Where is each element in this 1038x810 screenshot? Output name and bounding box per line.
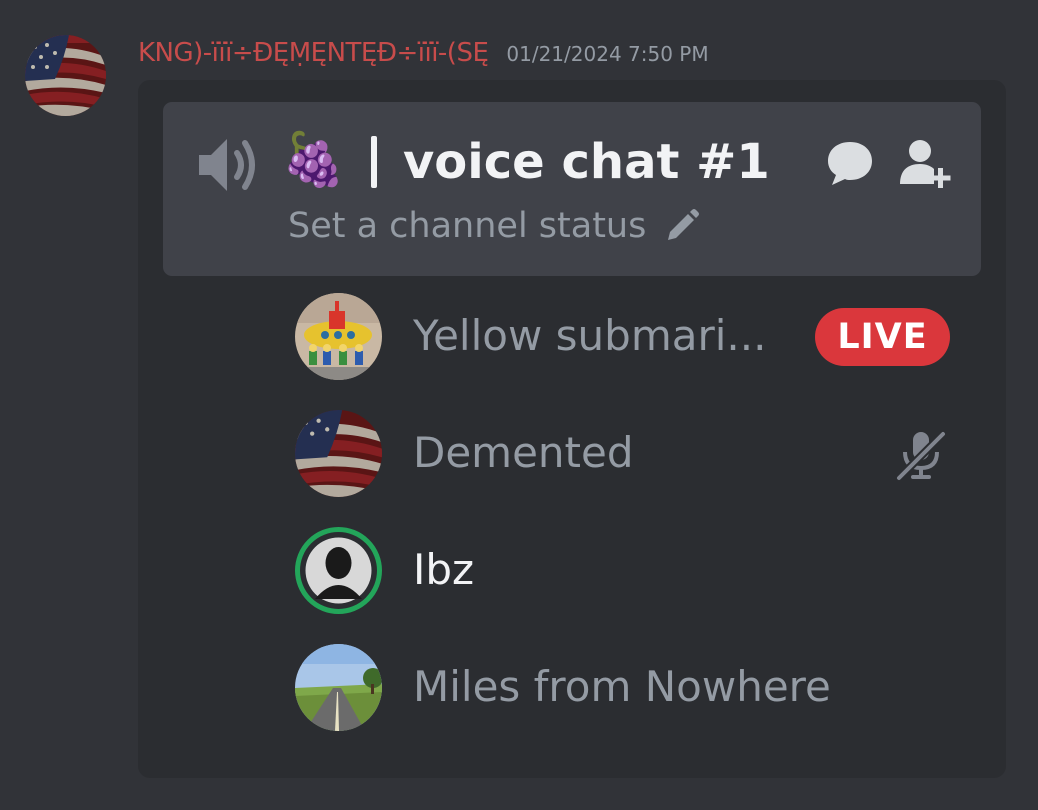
- channel-status-setter[interactable]: Set a channel status: [288, 202, 700, 250]
- author-username[interactable]: KNG)-ïïï÷ĐĘṂĘNTĘĐ÷ïïï-(SĘ: [138, 38, 489, 68]
- avatar: [295, 293, 382, 380]
- member-name: Ibz: [413, 545, 475, 594]
- pencil-icon: [668, 209, 700, 240]
- author-avatar[interactable]: [25, 35, 106, 116]
- channel-emoji: 🍇: [281, 130, 346, 190]
- message-header: KNG)-ïïï÷ĐĘṂĘNTĘĐ÷ïïï-(SĘ 01/21/2024 7:5…: [138, 38, 709, 74]
- flag-avatar-image: [25, 35, 106, 116]
- member-name: Miles from Nowhere: [413, 662, 831, 711]
- avatar: [295, 410, 382, 497]
- channel-name: voice chat #1: [403, 134, 770, 190]
- invite-user-icon[interactable]: [896, 136, 954, 192]
- live-badge: LIVE: [815, 308, 950, 366]
- voice-channel-embed: 🍇 voice chat #1 Set a channel status Yel…: [138, 80, 1006, 778]
- road-landscape-avatar: [295, 644, 382, 731]
- voice-channel-header[interactable]: 🍇 voice chat #1 Set a channel status: [163, 102, 981, 276]
- avatar: [295, 644, 382, 731]
- voice-member-demented[interactable]: Demented: [295, 410, 995, 500]
- message-timestamp: 01/21/2024 7:50 PM: [506, 42, 709, 66]
- voice-member-ibz[interactable]: Ibz: [295, 527, 995, 617]
- channel-status-placeholder: Set a channel status: [288, 206, 647, 246]
- channel-divider: [371, 136, 377, 188]
- voice-member-yellow-submarine[interactable]: Yellow submari... LIVE: [295, 293, 995, 383]
- mic-muted-icon: [896, 431, 946, 481]
- voice-member-miles-from-nowhere[interactable]: Miles from Nowhere: [295, 644, 995, 734]
- yellow-submarine-avatar: [295, 293, 382, 380]
- speaking-indicator-ring: [295, 527, 382, 614]
- chat-bubble-icon[interactable]: [823, 136, 877, 190]
- flag-avatar: [295, 410, 382, 497]
- speaker-icon: [199, 139, 255, 191]
- member-name: Demented: [413, 428, 634, 477]
- member-name: Yellow submari...: [413, 311, 767, 360]
